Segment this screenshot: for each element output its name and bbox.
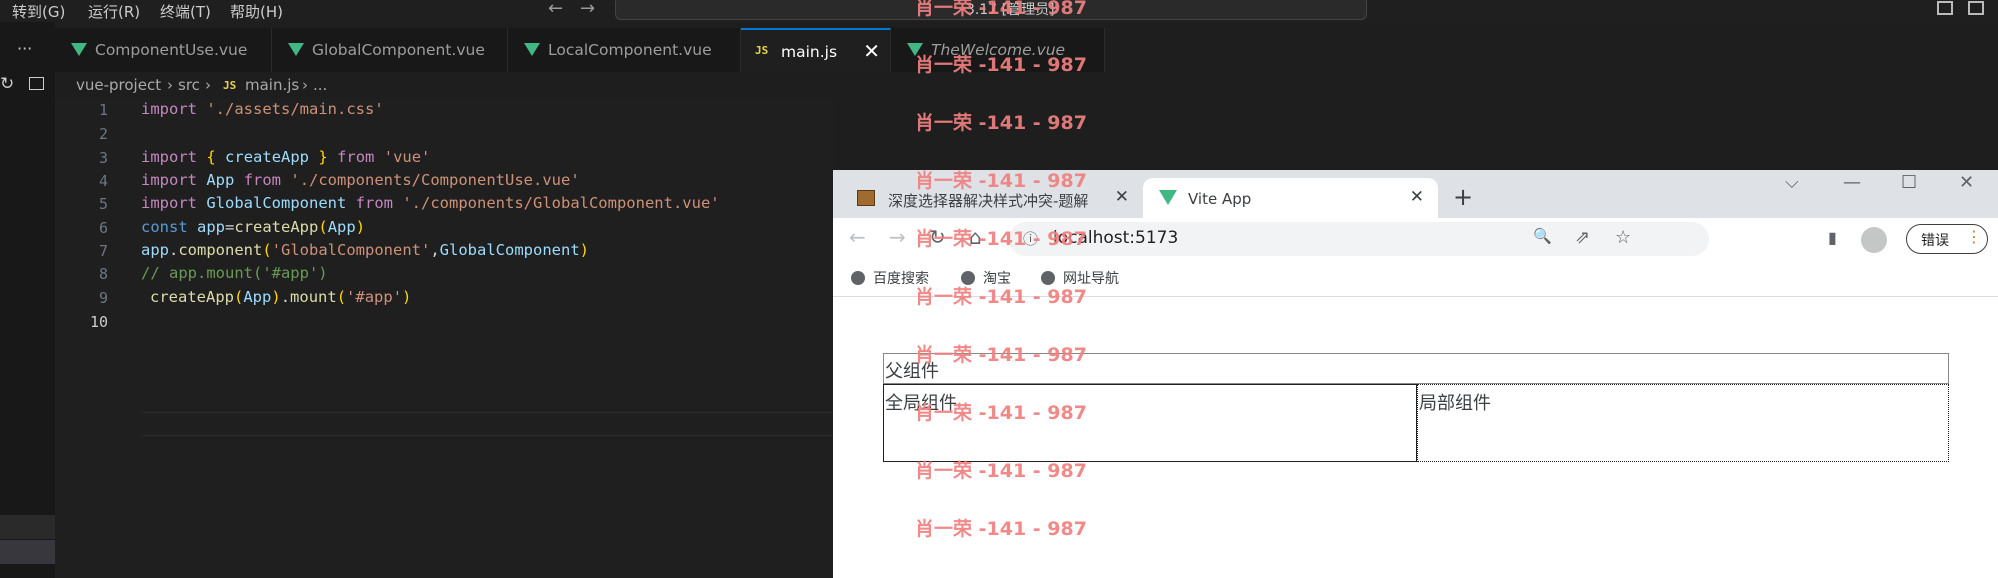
toggle-sidebar-icon[interactable] (1937, 1, 1953, 15)
line-number: 10 (89, 313, 108, 331)
browser-tab-title: Vite App (1188, 190, 1252, 208)
tab-label: ComponentUse.vue (95, 41, 248, 59)
menu-terminal[interactable]: 终端(T) (160, 1, 211, 22)
breadcrumb: vue-project › src › JS main.js › ... (55, 74, 955, 98)
tab-label: GlobalComponent.vue (312, 41, 485, 59)
line-number: 5 (98, 195, 108, 213)
forward-arrow-icon[interactable]: → (580, 0, 595, 19)
code-line-6: const app=createApp(App) (141, 218, 366, 236)
back-arrow-icon[interactable]: ← (548, 0, 563, 19)
current-line-highlight (141, 412, 841, 436)
local-component-box: 局部组件 (1417, 384, 1949, 462)
error-button[interactable]: 错误 ⋮ (1906, 224, 1988, 254)
line-number: 6 (98, 219, 108, 237)
watermark: 肖一荣 -141 - 987 (915, 0, 1087, 19)
watermark: 肖一荣 -141 - 987 (915, 170, 1087, 192)
new-tab-button[interactable]: + (1453, 183, 1473, 211)
maximize-icon[interactable]: ☐ (1901, 172, 1917, 193)
menu-goto[interactable]: 转到(G) (12, 1, 65, 22)
watermark: 肖一荣 -141 - 987 (915, 460, 1087, 482)
line-number: 4 (98, 172, 108, 190)
code-line-9: createApp(App).mount('#app') (150, 288, 412, 306)
back-icon[interactable]: ← (849, 225, 866, 249)
globe-icon (851, 271, 865, 285)
tab-label: LocalComponent.vue (548, 41, 712, 59)
line-number: 3 (98, 149, 108, 167)
minimize-icon[interactable]: — (1843, 172, 1861, 193)
js-file-icon: JS (755, 44, 769, 57)
sidebar-item-selected[interactable] (0, 540, 55, 564)
vue-file-icon (288, 43, 304, 56)
watermark: 肖一荣 -141 - 987 (915, 344, 1087, 366)
breadcrumb-file[interactable]: main.js (245, 76, 299, 94)
code-line-5: import GlobalComponent from './component… (141, 194, 720, 212)
close-icon[interactable]: ✕ (1115, 187, 1129, 207)
activity-bar: ··· ↻ (0, 22, 55, 578)
zoom-icon[interactable]: 🔍 (1533, 227, 1552, 245)
collapse-all-icon[interactable] (29, 77, 44, 90)
window-close-icon[interactable]: ✕ (1959, 172, 1974, 193)
breadcrumb-src[interactable]: src (178, 76, 200, 94)
site-favicon-icon (857, 190, 875, 206)
vue-favicon-icon (1159, 190, 1177, 205)
line-number: 9 (98, 289, 108, 307)
chevron-right-icon: › (167, 76, 173, 94)
vue-file-icon (71, 43, 87, 56)
line-number: 2 (98, 125, 108, 143)
browser-tab-vite-app[interactable]: Vite App ✕ (1143, 178, 1438, 218)
bookmark-star-icon[interactable]: ☆ (1615, 227, 1631, 248)
watermark: 肖一荣 -141 - 987 (915, 286, 1087, 308)
code-line-7: app.component('GlobalComponent',GlobalCo… (141, 241, 589, 259)
code-line-1: import './assets/main.css' (141, 100, 384, 118)
tab-globalcomponent[interactable]: GlobalComponent.vue (272, 28, 508, 72)
more-actions-icon[interactable]: ··· (17, 39, 32, 58)
sidebar-item-highlight[interactable] (0, 515, 55, 539)
forward-icon[interactable]: → (889, 225, 906, 249)
toggle-panel-icon[interactable] (1968, 1, 1984, 15)
line-number: 1 (98, 101, 108, 119)
menu-run[interactable]: 运行(R) (88, 1, 140, 22)
code-line-4: import App from './components/ComponentU… (141, 171, 580, 189)
js-file-icon: JS (223, 79, 237, 92)
breadcrumb-project[interactable]: vue-project (76, 76, 161, 94)
code-line-3: import { createApp } from 'vue' (141, 148, 431, 166)
breadcrumb-symbol[interactable]: ... (313, 76, 327, 94)
chevron-right-icon: › (302, 76, 308, 94)
watermark: 肖一荣 -141 - 987 (915, 54, 1087, 76)
error-button-label: 错误 (1921, 233, 1949, 249)
share-icon[interactable]: ⇗ (1575, 227, 1590, 248)
code-editor[interactable]: 1 2 3 4 5 6 7 8 9 10 import './assets/ma… (55, 99, 841, 578)
browser-tab-title: 深度选择器解决样式冲突-题解 (888, 192, 1089, 210)
vue-file-icon (524, 43, 540, 56)
line-number: 8 (98, 265, 108, 283)
tab-search-icon[interactable]: ⌵ (1785, 172, 1799, 193)
watermark: 肖一荣 -141 - 987 (915, 402, 1087, 424)
line-number: 7 (98, 242, 108, 260)
close-icon[interactable]: ✕ (863, 39, 880, 63)
close-icon[interactable]: ✕ (1410, 187, 1424, 207)
menu-help[interactable]: 帮助(H) (230, 1, 283, 22)
side-panel-icon[interactable]: ▮ (1828, 228, 1837, 247)
chevron-right-icon: › (205, 76, 211, 94)
tab-label: main.js (781, 43, 838, 61)
watermark: 肖一荣 -141 - 987 (915, 112, 1087, 134)
refresh-icon[interactable]: ↻ (0, 74, 14, 94)
watermark: 肖一荣 -141 - 987 (915, 518, 1087, 540)
tab-localcomponent[interactable]: LocalComponent.vue (508, 28, 741, 72)
menu-dots-icon: ⋮ (1966, 227, 1982, 246)
tab-main-js[interactable]: JS main.js ✕ (741, 28, 891, 72)
local-component-label: 局部组件 (1419, 393, 1491, 414)
profile-avatar[interactable] (1861, 227, 1887, 253)
watermark: 肖一荣 -141 - 987 (915, 228, 1087, 250)
address-bar[interactable]: ⓘ localhost:5173 🔍 ⇗ ☆ (1009, 222, 1709, 256)
tab-componentuse[interactable]: ComponentUse.vue (55, 28, 272, 72)
code-line-8: // app.mount('#app') (141, 264, 328, 282)
